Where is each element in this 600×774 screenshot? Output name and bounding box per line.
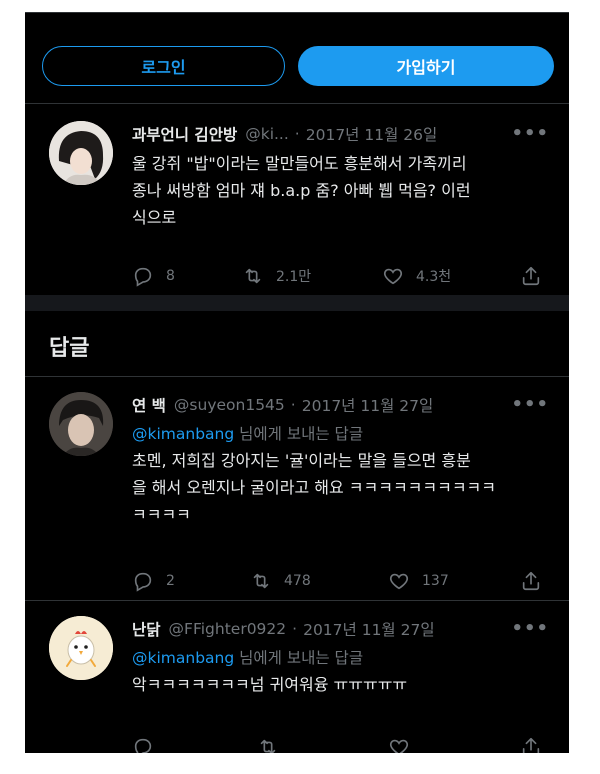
reply-button[interactable]: 2 — [132, 570, 175, 592]
replying-to-text: 님에게 보내는 답글 — [239, 425, 364, 443]
divider — [25, 376, 569, 377]
heart-icon — [389, 573, 409, 590]
reply-icon — [134, 572, 152, 592]
username[interactable]: @FFighter0922 — [169, 620, 287, 638]
replying-to: @kimanbang 님에게 보내는 답글 — [132, 646, 549, 668]
like-count: 137 — [422, 573, 449, 589]
more-icon[interactable]: ••• — [511, 123, 549, 144]
section-gap — [25, 295, 569, 311]
mention-link[interactable]: @kimanbang — [132, 649, 234, 667]
tweet-text: 악ㅋㅋㅋㅋㅋㅋㅋ넘 귀여워융 ㅠㅠㅠㅠㅠ — [132, 671, 549, 698]
separator-dot: · — [294, 125, 300, 143]
heart-icon — [389, 739, 409, 753]
main-tweet[interactable]: 과부언니 김안방 @ki... · 2017년 11월 26일 ••• 울 강쥐… — [25, 117, 569, 297]
divider — [25, 103, 569, 104]
tweet-actions: 8 2.1만 4.3천 — [132, 265, 544, 289]
avatar-photo — [49, 121, 113, 185]
top-divider — [25, 12, 569, 13]
tweet-date[interactable]: 2017년 11월 27일 — [302, 394, 434, 416]
retweet-icon — [245, 268, 261, 284]
tweet-header: 과부언니 김안방 @ki... · 2017년 11월 26일 — [132, 121, 549, 147]
share-icon — [522, 266, 540, 286]
display-name[interactable]: 연 백 — [132, 394, 166, 416]
tweet-text-line: 종나 써방함 엄마 쟤 b.a.p 줌? 아빠 뷉 먹음? 이런 — [132, 181, 471, 200]
separator-dot: · — [292, 620, 298, 638]
signup-button[interactable]: 가입하기 — [298, 46, 554, 86]
auth-bar: 로그인 가입하기 — [42, 46, 554, 86]
like-count: 4.3천 — [416, 269, 452, 285]
chicken-avatar-icon — [49, 616, 113, 680]
avatar[interactable] — [49, 121, 113, 185]
retweet-icon — [260, 739, 276, 753]
reply-count: 2 — [166, 573, 175, 589]
more-icon[interactable]: ••• — [511, 394, 549, 415]
retweet-button[interactable] — [257, 736, 279, 753]
avatar[interactable] — [49, 616, 113, 680]
username[interactable]: @suyeon1545 — [174, 396, 285, 414]
tweet-text: 울 강쥐 "밥"이라는 말만들어도 흥분해서 가족끼리 종나 써방함 엄마 쟤 … — [132, 150, 549, 231]
tweet-text-line: 식으로 — [132, 208, 177, 227]
replying-to-text: 님에게 보내는 답글 — [239, 649, 364, 667]
tweet-text: 초멘, 저희집 강아지는 '귤'이라는 말을 들으면 흥분 을 해서 오렌지나 … — [132, 447, 549, 528]
like-button[interactable]: 137 — [388, 570, 449, 592]
share-button[interactable] — [520, 736, 542, 753]
tweet-text-line: 악ㅋㅋㅋㅋㅋㅋㅋ넘 귀여워융 ㅠㅠㅠㅠㅠ — [132, 675, 408, 694]
username[interactable]: @ki... — [245, 125, 289, 143]
replies-heading: 답글 — [49, 336, 90, 361]
tweet-actions — [132, 736, 544, 753]
display-name[interactable]: 과부언니 김안방 — [132, 123, 237, 145]
retweet-icon — [253, 573, 269, 589]
reply-tweet[interactable]: 난닭 @FFighter0922 · 2017년 11월 27일 ••• @ki… — [25, 612, 569, 753]
reply-icon — [134, 267, 152, 287]
tweet-text-line: 을 해서 오렌지나 굴이라고 해요 ㅋㅋㅋㅋㅋㅋㅋㅋㅋㅋ — [132, 478, 496, 497]
tweet-actions: 2 478 137 — [132, 570, 544, 594]
separator-dot: · — [290, 396, 296, 414]
reply-count: 8 — [166, 268, 175, 284]
mention-link[interactable]: @kimanbang — [132, 425, 234, 443]
login-button[interactable]: 로그인 — [42, 46, 285, 86]
like-button[interactable]: 4.3천 — [382, 265, 451, 287]
tweet-date[interactable]: 2017년 11월 27일 — [303, 618, 435, 640]
replying-to: @kimanbang 님에게 보내는 답글 — [132, 422, 549, 444]
reply-icon — [134, 738, 152, 753]
retweet-button[interactable]: 2.1만 — [242, 265, 311, 287]
tweet-text-line: 초멘, 저희집 강아지는 '귤'이라는 말을 들으면 흥분 — [132, 451, 471, 470]
avatar[interactable] — [49, 392, 113, 456]
tweet-thread-screen: 로그인 가입하기 과부언니 김안방 @ki... · 2017년 11월 26일… — [25, 12, 569, 753]
avatar-photo — [49, 392, 113, 456]
more-icon[interactable]: ••• — [511, 618, 549, 639]
tweet-header: 연 백 @suyeon1545 · 2017년 11월 27일 — [132, 392, 549, 418]
share-button[interactable] — [520, 570, 542, 592]
reply-tweet[interactable]: 연 백 @suyeon1545 · 2017년 11월 27일 ••• @kim… — [25, 388, 569, 598]
display-name[interactable]: 난닭 — [132, 618, 161, 640]
reply-button[interactable]: 8 — [132, 265, 175, 287]
tweet-header: 난닭 @FFighter0922 · 2017년 11월 27일 — [132, 616, 549, 642]
retweet-button[interactable]: 478 — [250, 570, 311, 592]
heart-icon — [383, 268, 403, 285]
like-button[interactable] — [388, 736, 410, 753]
tweet-date[interactable]: 2017년 11월 26일 — [306, 123, 438, 145]
retweet-count: 478 — [284, 573, 311, 589]
share-icon — [522, 571, 540, 591]
share-button[interactable] — [520, 265, 542, 287]
retweet-count: 2.1만 — [276, 269, 312, 285]
reply-button[interactable] — [132, 736, 154, 753]
divider — [25, 600, 569, 601]
tweet-text-line: ㅋㅋㅋㅋ — [132, 505, 191, 524]
share-icon — [522, 737, 540, 753]
tweet-text-line: 울 강쥐 "밥"이라는 말만들어도 흥분해서 가족끼리 — [132, 154, 467, 173]
